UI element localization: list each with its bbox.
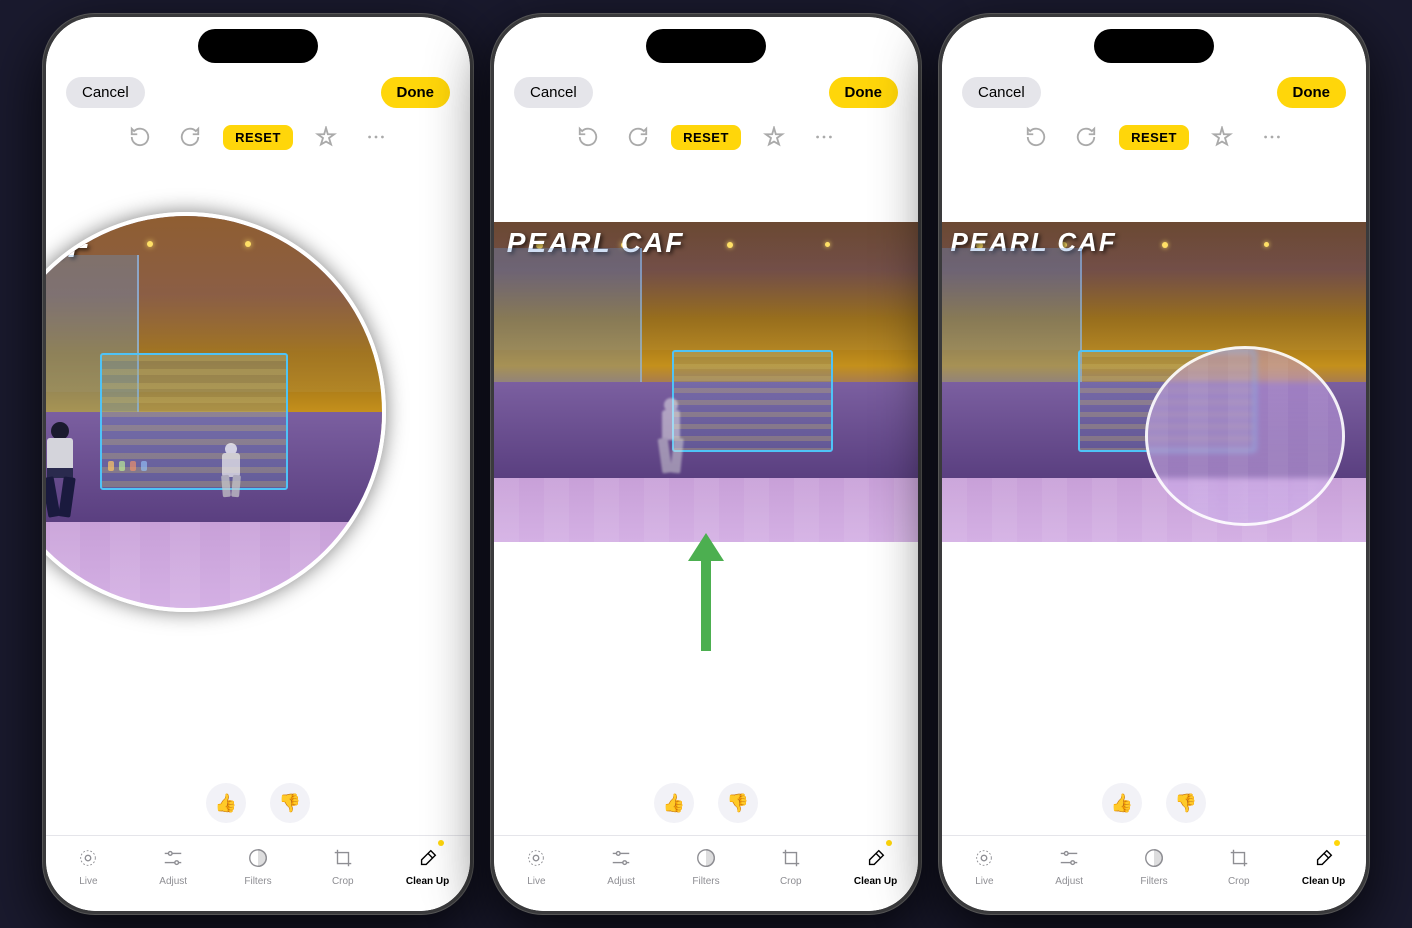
thumbs-row-3: 👍 👎	[942, 771, 1366, 835]
active-dot-2	[886, 840, 892, 846]
image-area-2: PEARL CAF	[494, 162, 918, 771]
live-label-2: Live	[527, 876, 545, 887]
thumbdown-button-1[interactable]: 👎	[270, 783, 310, 823]
tool-crop-3[interactable]: Crop	[1211, 844, 1267, 887]
filters-label-2: Filters	[692, 876, 719, 887]
cancel-button-1[interactable]: Cancel	[66, 77, 145, 108]
done-button-1[interactable]: Done	[381, 77, 451, 108]
live-label-3: Live	[975, 876, 993, 887]
auto-button-3[interactable]	[1205, 120, 1239, 154]
active-dot-3	[1334, 840, 1340, 846]
cleanup-icon-1	[414, 844, 442, 872]
green-arrow	[688, 533, 724, 651]
screen-2: Cancel Done RESET	[494, 17, 918, 911]
adjust-icon-3	[1055, 844, 1083, 872]
thumbs-row-2: 👍 👎	[494, 771, 918, 835]
toolbar-row-3: RESET	[942, 116, 1366, 162]
filters-icon-3	[1140, 844, 1168, 872]
tool-filters-2[interactable]: Filters	[678, 844, 734, 887]
phone-2: Cancel Done RESET	[491, 14, 921, 914]
reset-button-1[interactable]: RESET	[223, 125, 293, 150]
screen-1: Cancel Done RESET	[46, 17, 470, 911]
adjust-icon-1	[159, 844, 187, 872]
cleanup-icon-3	[1310, 844, 1338, 872]
redo-button-3[interactable]	[1069, 120, 1103, 154]
dynamic-island-1	[198, 29, 318, 63]
tool-live-1[interactable]: Live	[60, 844, 116, 887]
toolbar-row-2: RESET	[494, 116, 918, 162]
phone-3: Cancel Done RESET	[939, 14, 1369, 914]
bottom-toolbar-3: Live Adjust Filters Crop	[942, 835, 1366, 911]
tool-crop-1[interactable]: Crop	[315, 844, 371, 887]
live-icon-1	[74, 844, 102, 872]
done-button-3[interactable]: Done	[1277, 77, 1347, 108]
tool-cleanup-1[interactable]: Clean Up	[400, 844, 456, 887]
crop-icon-3	[1225, 844, 1253, 872]
tool-cleanup-2[interactable]: Clean Up	[848, 844, 904, 887]
tool-live-2[interactable]: Live	[508, 844, 564, 887]
cancel-button-3[interactable]: Cancel	[962, 77, 1041, 108]
adjust-label-3: Adjust	[1055, 876, 1083, 887]
undo-button-2[interactable]	[571, 120, 605, 154]
cleanup-label-1: Clean Up	[406, 876, 449, 887]
auto-button-1[interactable]	[309, 120, 343, 154]
filters-label-3: Filters	[1140, 876, 1167, 887]
done-button-2[interactable]: Done	[829, 77, 899, 108]
reset-button-3[interactable]: RESET	[1119, 125, 1189, 150]
adjust-label-1: Adjust	[159, 876, 187, 887]
tool-crop-2[interactable]: Crop	[763, 844, 819, 887]
thumbdown-button-2[interactable]: 👎	[718, 783, 758, 823]
filters-label-1: Filters	[244, 876, 271, 887]
tool-adjust-1[interactable]: Adjust	[145, 844, 201, 887]
crop-label-2: Crop	[780, 876, 802, 887]
screen-3: Cancel Done RESET	[942, 17, 1366, 911]
more-button-3[interactable]	[1255, 120, 1289, 154]
dynamic-island-2	[646, 29, 766, 63]
tool-cleanup-3[interactable]: Clean Up	[1296, 844, 1352, 887]
active-dot-1	[438, 840, 444, 846]
filters-icon-2	[692, 844, 720, 872]
undo-button-1[interactable]	[123, 120, 157, 154]
undo-button-3[interactable]	[1019, 120, 1053, 154]
crop-label-3: Crop	[1228, 876, 1250, 887]
adjust-label-2: Adjust	[607, 876, 635, 887]
reset-button-2[interactable]: RESET	[671, 125, 741, 150]
cleanup-label-3: Clean Up	[1302, 876, 1345, 887]
cleanup-label-2: Clean Up	[854, 876, 897, 887]
dynamic-island-3	[1094, 29, 1214, 63]
tool-filters-3[interactable]: Filters	[1126, 844, 1182, 887]
more-button-1[interactable]	[359, 120, 393, 154]
cancel-button-2[interactable]: Cancel	[514, 77, 593, 108]
thumbs-row-1: 👍 👎	[46, 771, 470, 835]
cleanup-icon-2	[862, 844, 890, 872]
image-area-3: PEARL CAF	[942, 162, 1366, 771]
redo-button-2[interactable]	[621, 120, 655, 154]
thumbup-button-3[interactable]: 👍	[1102, 783, 1142, 823]
phone-1: Cancel Done RESET	[43, 14, 473, 914]
live-icon-2	[522, 844, 550, 872]
image-area-1: CAF	[46, 162, 470, 771]
more-button-2[interactable]	[807, 120, 841, 154]
crop-label-1: Crop	[332, 876, 354, 887]
tool-adjust-3[interactable]: Adjust	[1041, 844, 1097, 887]
thumbup-button-1[interactable]: 👍	[206, 783, 246, 823]
tool-filters-1[interactable]: Filters	[230, 844, 286, 887]
tool-adjust-2[interactable]: Adjust	[593, 844, 649, 887]
toolbar-row-1: RESET	[46, 116, 470, 162]
bottom-toolbar-2: Live Adjust Filters Crop	[494, 835, 918, 911]
bottom-toolbar-1: Live Adjust Filters Crop	[46, 835, 470, 911]
redo-button-1[interactable]	[173, 120, 207, 154]
live-label-1: Live	[79, 876, 97, 887]
thumbdown-button-3[interactable]: 👎	[1166, 783, 1206, 823]
tool-live-3[interactable]: Live	[956, 844, 1012, 887]
thumbup-button-2[interactable]: 👍	[654, 783, 694, 823]
crop-icon-2	[777, 844, 805, 872]
crop-icon-1	[329, 844, 357, 872]
filters-icon-1	[244, 844, 272, 872]
adjust-icon-2	[607, 844, 635, 872]
live-icon-3	[970, 844, 998, 872]
auto-button-2[interactable]	[757, 120, 791, 154]
